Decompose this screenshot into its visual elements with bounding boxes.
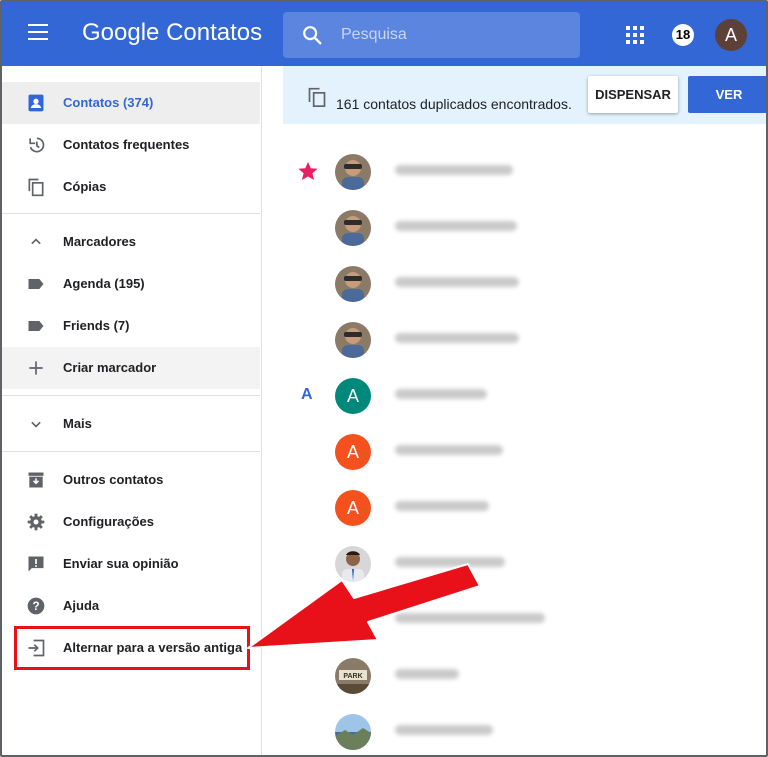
sidebar-item-configuracoes[interactable]: Configurações <box>2 501 260 543</box>
contact-name-blurred <box>395 277 519 287</box>
app-logo[interactable]: Google Contatos <box>82 19 262 47</box>
search-box[interactable] <box>283 12 580 58</box>
contact-avatar: A <box>335 434 371 470</box>
sidebar-item-label: Mais <box>63 416 92 431</box>
contact-row[interactable] <box>283 144 766 200</box>
view-duplicates-button[interactable]: VER <box>688 76 766 113</box>
contacts-icon <box>28 94 44 112</box>
contact-avatar <box>335 546 371 582</box>
contact-name-blurred <box>395 221 517 231</box>
app-window: Google Contatos 18 A Contatos (374) <box>0 0 768 757</box>
notifications-badge[interactable]: 18 <box>672 24 694 46</box>
history-icon <box>29 137 45 153</box>
sidebar-item-label: Contatos (374) <box>63 95 154 110</box>
svg-text:?: ? <box>32 600 39 613</box>
contact-avatar <box>335 154 371 190</box>
search-icon <box>303 26 322 45</box>
contact-row[interactable]: A <box>283 424 766 480</box>
archive-icon <box>28 472 44 488</box>
contact-avatar <box>335 210 371 246</box>
sidebar-item-label: Friends (7) <box>63 318 130 333</box>
copy-icon <box>308 87 326 107</box>
sidebar-item-copias[interactable]: Cópias <box>2 166 260 208</box>
contact-row[interactable] <box>283 312 766 368</box>
sidebar-divider <box>2 451 260 452</box>
contact-name-blurred <box>395 613 545 623</box>
logo-app-text: Contatos <box>166 19 263 46</box>
sidebar-item-agenda[interactable]: Agenda (195) <box>2 263 260 305</box>
sidebar-item-mais[interactable]: Mais <box>2 403 260 445</box>
dismiss-button[interactable]: DISPENSAR <box>588 76 678 113</box>
contact-row[interactable] <box>283 536 766 592</box>
sidebar-item-label: Marcadores <box>63 234 136 249</box>
contact-avatar <box>335 714 371 750</box>
search-input[interactable] <box>341 22 561 48</box>
contact-name-blurred <box>395 389 487 399</box>
sidebar-item-label: Criar marcador <box>63 360 157 375</box>
sidebar-item-label: Configurações <box>63 514 155 529</box>
sidebar-item-label: Ajuda <box>63 598 100 613</box>
account-avatar[interactable]: A <box>715 19 747 51</box>
contact-avatar: A <box>335 490 371 526</box>
feedback-icon <box>28 556 44 572</box>
contact-avatar <box>335 266 371 302</box>
sidebar-item-friends[interactable]: Friends (7) <box>2 305 260 347</box>
apps-grid-icon[interactable] <box>626 26 644 44</box>
sidebar-item-ajuda[interactable]: ? Ajuda <box>2 585 260 627</box>
plus-icon <box>29 361 43 375</box>
menu-icon[interactable] <box>28 24 48 44</box>
sidebar-item-contatos[interactable]: Contatos (374) <box>2 82 260 124</box>
help-icon: ? <box>27 597 45 615</box>
contact-row[interactable] <box>283 256 766 312</box>
sidebar-item-criar-marcador[interactable]: Criar marcador <box>2 347 260 389</box>
sidebar-divider <box>2 395 260 396</box>
duplicates-message: 161 contatos duplicados encontrados. <box>336 96 572 112</box>
contact-avatar <box>335 322 371 358</box>
contact-avatar: PARK <box>335 658 371 694</box>
contact-row[interactable] <box>283 704 766 755</box>
contact-row[interactable] <box>283 592 766 648</box>
contact-name-blurred <box>395 333 519 343</box>
contact-name-blurred <box>395 445 503 455</box>
chevron-down-icon <box>31 421 41 428</box>
contact-row[interactable]: A <box>283 480 766 536</box>
label-icon <box>28 279 44 289</box>
contact-name-blurred <box>395 501 489 511</box>
contact-name-blurred <box>395 165 513 175</box>
svg-text:PARK: PARK <box>343 673 362 680</box>
contact-name-blurred <box>395 725 493 735</box>
sidebar-item-outros-contatos[interactable]: Outros contatos <box>2 459 260 501</box>
sidebar-item-label: Enviar sua opinião <box>63 556 179 571</box>
contact-name-blurred <box>395 669 459 679</box>
contact-row[interactable]: A <box>283 368 766 424</box>
chevron-up-icon <box>31 238 41 245</box>
contact-row[interactable]: PARK <box>283 648 766 704</box>
sidebar-item-label: Cópias <box>63 179 107 194</box>
contact-row[interactable] <box>283 200 766 256</box>
contact-avatar: A <box>335 378 371 414</box>
top-app-bar: Google Contatos 18 A <box>2 2 766 66</box>
copy-icon <box>28 178 44 197</box>
sidebar-item-label: Contatos frequentes <box>63 137 190 152</box>
gear-icon <box>27 513 45 531</box>
sidebar-item-frequentes[interactable]: Contatos frequentes <box>2 124 260 166</box>
sidebar-item-marcadores[interactable]: Marcadores <box>2 221 260 263</box>
sidebar-item-enviar-opiniao[interactable]: Enviar sua opinião <box>2 543 260 585</box>
label-icon <box>28 321 44 331</box>
contact-name-blurred <box>395 557 505 567</box>
sidebar-item-label: Outros contatos <box>63 472 164 487</box>
highlight-annotation-box <box>14 626 250 670</box>
sidebar-item-label: Agenda (195) <box>63 276 145 291</box>
sidebar-divider <box>2 213 260 214</box>
logo-google-text: Google <box>82 19 160 46</box>
